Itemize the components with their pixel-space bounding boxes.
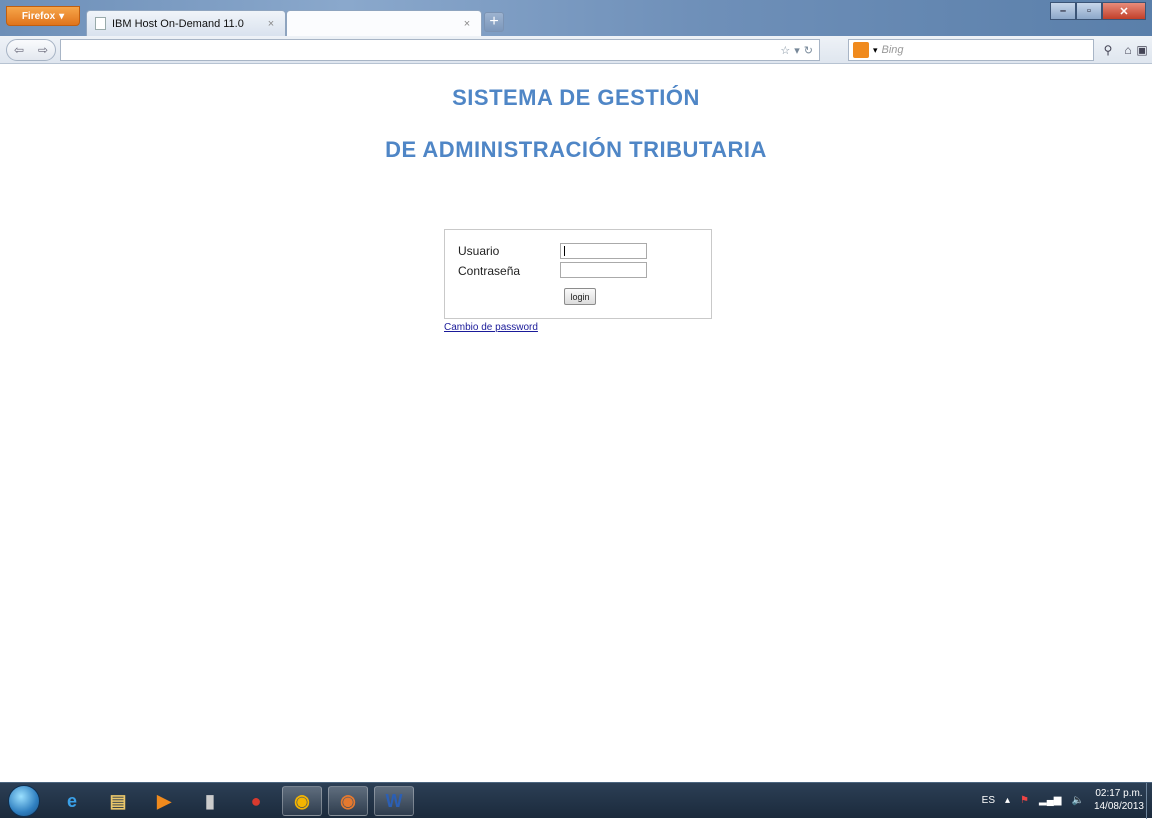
window-controls: – ▫ ✕ [1050,2,1146,20]
signal-icon[interactable]: ▂▄▆ [1039,795,1061,806]
close-icon[interactable]: × [265,18,277,30]
star-bookmark-icon[interactable]: ☆ [780,44,790,57]
change-password-link[interactable]: Cambio de password [444,322,538,333]
back-arrow-icon[interactable]: ⇦ [14,43,24,57]
downloads-menu-icon[interactable]: ▣ [1132,41,1152,59]
chrome-icon[interactable]: ◉ [282,786,322,816]
show-desktop-button[interactable] [1146,783,1152,819]
tab-ibm-host[interactable]: IBM Host On-Demand 11.0 × [86,10,286,36]
search-bar[interactable]: ▾ Bing [848,39,1094,61]
reload-icon[interactable]: ↻ [804,44,813,57]
bing-logo-icon[interactable] [853,42,869,58]
search-icon[interactable]: ⚲ [1098,41,1118,59]
chevron-down-icon[interactable]: ▾ [794,44,800,57]
tab-current[interactable]: × [286,10,482,36]
firefox-menu-button[interactable]: Firefox ▾ [6,6,80,26]
clock[interactable]: 02:17 p.m. 14/08/2013 [1094,787,1144,813]
chevron-down-icon: ▾ [59,10,65,22]
flag-icon[interactable]: ⚑ [1020,795,1029,806]
login-button[interactable]: login [564,288,596,305]
page-icon [95,17,106,30]
maximize-button[interactable]: ▫ [1076,2,1102,20]
file-explorer-icon[interactable]: ▤ [98,786,138,816]
internet-explorer-icon[interactable]: e [52,786,92,816]
clock-time: 02:17 p.m. [1095,788,1143,799]
word-icon[interactable]: W [374,786,414,816]
firefox-menu-label: Firefox [21,10,56,22]
navigation-toolbar: ⇦ ⇨ ☆ ▾ ↻ ▾ Bing ⚲ ⌂ ▣ [0,36,1152,64]
password-label: Contraseña [458,264,521,278]
address-bar[interactable]: ☆ ▾ ↻ [60,39,820,61]
system-tray: ES ▴ ⚑ ▂▄▆ 🔈 02:17 p.m. 14/08/2013 [982,787,1144,813]
media-player-icon[interactable]: ▶ [144,786,184,816]
app-icon[interactable]: ▮ [190,786,230,816]
windows-taskbar: e ▤ ▶ ▮ ● ◉ ◉ W ES ▴ ⚑ ▂▄▆ 🔈 02:17 p.m. 14/08/2… [0,782,1152,819]
back-forward-buttons[interactable]: ⇦ ⇨ [6,39,56,61]
username-label: Usuario [458,244,500,258]
page-title-line-2: DE ADMINISTRACIÓN TRIBUTARIA [385,137,767,162]
login-form: Usuario Contraseña login [444,229,712,319]
password-input[interactable] [560,262,647,278]
firefox-icon[interactable]: ◉ [328,786,368,816]
new-tab-button[interactable]: + [484,12,504,32]
browser-title-bar: Firefox ▾ IBM Host On-Demand 11.0 × × + … [0,0,1152,36]
close-icon[interactable]: × [461,18,473,30]
chevron-down-icon[interactable]: ▾ [873,45,878,56]
search-placeholder: Bing [881,44,904,56]
username-input[interactable] [560,243,647,259]
pdf-reader-icon[interactable]: ● [236,786,276,816]
tab-label: IBM Host On-Demand 11.0 [112,17,244,30]
close-window-button[interactable]: ✕ [1102,2,1146,20]
language-indicator[interactable]: ES [982,795,995,806]
chevron-up-icon[interactable]: ▴ [1005,795,1010,806]
page-title-line-1: SISTEMA DE GESTIÓN [452,85,700,110]
volume-icon[interactable]: 🔈 [1071,795,1083,806]
start-button[interactable] [8,785,40,817]
minimize-button[interactable]: – [1050,2,1076,20]
forward-arrow-icon[interactable]: ⇨ [38,43,48,57]
clock-date: 14/08/2013 [1093,801,1144,812]
